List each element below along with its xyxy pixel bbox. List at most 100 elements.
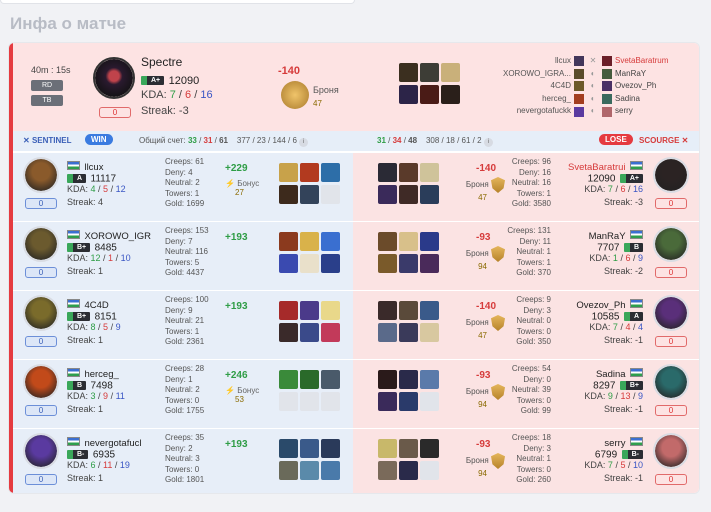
inventory-item[interactable] <box>300 163 319 182</box>
inventory-item[interactable] <box>300 232 319 251</box>
inventory-item[interactable] <box>378 392 397 411</box>
inventory-item[interactable] <box>420 323 439 342</box>
mvp-zero-box: 0 <box>99 107 131 118</box>
inventory-item[interactable] <box>378 232 397 251</box>
header-player-name[interactable]: llcux <box>483 55 571 68</box>
inventory-item[interactable] <box>399 232 418 251</box>
mvp-hero-avatar[interactable] <box>93 57 135 99</box>
inventory-item[interactable] <box>300 185 319 204</box>
lightning-icon: ⚡ <box>225 386 235 395</box>
hero-avatar[interactable] <box>653 157 689 193</box>
header-player-name[interactable]: 4C4D <box>483 80 571 93</box>
mvp-name[interactable]: Spectre <box>141 55 182 69</box>
inventory-item[interactable] <box>378 323 397 342</box>
inventory-item[interactable] <box>420 232 439 251</box>
hero-avatar[interactable] <box>653 364 689 400</box>
inventory-item[interactable] <box>321 439 340 458</box>
inventory-item[interactable] <box>399 85 418 104</box>
inventory-item[interactable] <box>300 439 319 458</box>
inventory-item[interactable] <box>420 301 439 320</box>
hero-avatar[interactable] <box>23 226 59 262</box>
mmr-delta: +193 <box>225 301 248 312</box>
hero-avatar[interactable] <box>23 364 59 400</box>
inventory-item[interactable] <box>279 323 298 342</box>
header-opponent-name[interactable]: SvetaBaratrum <box>615 55 668 68</box>
hero-avatar[interactable] <box>653 433 689 469</box>
inventory-item[interactable] <box>279 439 298 458</box>
inventory-item[interactable] <box>378 461 397 480</box>
inventory-item[interactable] <box>399 439 418 458</box>
inventory-item[interactable] <box>279 185 298 204</box>
zero-box: 0 <box>655 336 687 347</box>
inventory-item[interactable] <box>279 301 298 320</box>
player-row: 0 XOROWO_IGR B+ 8485 KDA: 12 / 1 / 10 St… <box>13 222 699 290</box>
header-opponent-name[interactable]: Sadina <box>615 93 640 106</box>
header-pair: nevergotafuckk ◐ serry <box>483 105 693 118</box>
hero-mini-icon <box>574 56 584 67</box>
zero-box: 0 <box>25 198 57 209</box>
player-row: 0 herceg_ B 7498 KDA: 3 / 9 / 11 Streak:… <box>13 360 699 428</box>
inventory-item[interactable] <box>420 63 439 82</box>
inventory-item[interactable] <box>399 392 418 411</box>
inventory-item[interactable] <box>399 370 418 389</box>
hero-avatar[interactable] <box>23 295 59 331</box>
inventory-item[interactable] <box>399 63 418 82</box>
inventory-item[interactable] <box>399 461 418 480</box>
inventory-item[interactable] <box>399 185 418 204</box>
hero-avatar[interactable] <box>23 433 59 469</box>
inventory-item[interactable] <box>420 439 439 458</box>
player-kda: KDA: 7 / 5 / 10 <box>584 460 643 470</box>
inventory-item[interactable] <box>279 254 298 273</box>
inventory-item[interactable] <box>279 163 298 182</box>
hero-avatar[interactable] <box>23 157 59 193</box>
inventory-item[interactable] <box>378 301 397 320</box>
inventory-item[interactable] <box>279 461 298 480</box>
header-player-name[interactable]: herceg_ <box>483 93 571 106</box>
inventory-item[interactable] <box>441 63 460 82</box>
inventory-item[interactable] <box>321 461 340 480</box>
inventory-item[interactable] <box>321 232 340 251</box>
rating-badge: B+ <box>619 381 643 391</box>
scourge-player: -93 Броня 94 Creeps: 54 Deny: 0 Neutral: 3… <box>353 360 699 428</box>
inventory-item[interactable] <box>321 163 340 182</box>
header-player-name[interactable]: XOROWO_IGRA... <box>483 68 571 81</box>
versus-icon: ◐ <box>590 93 596 103</box>
hero-avatar[interactable] <box>653 226 689 262</box>
inventory-item[interactable] <box>321 370 340 389</box>
inventory-item[interactable] <box>300 370 319 389</box>
inventory-item[interactable] <box>420 85 439 104</box>
header-opponent-name[interactable]: ManRaY <box>615 68 646 81</box>
inventory-item[interactable] <box>378 254 397 273</box>
inventory-item[interactable] <box>378 439 397 458</box>
inventory-item[interactable] <box>321 254 340 273</box>
inventory-item[interactable] <box>399 301 418 320</box>
header-opponent-name[interactable]: serry <box>615 105 633 118</box>
inventory-item[interactable] <box>441 85 460 104</box>
inventory-item[interactable] <box>279 232 298 251</box>
inventory-item[interactable] <box>420 370 439 389</box>
inventory-item[interactable] <box>300 254 319 273</box>
inventory-item[interactable] <box>399 323 418 342</box>
zero-box: 0 <box>655 267 687 278</box>
inventory-item[interactable] <box>420 163 439 182</box>
inventory-item[interactable] <box>321 301 340 320</box>
hero-avatar[interactable] <box>653 295 689 331</box>
header-player-name[interactable]: nevergotafuckk <box>483 105 571 118</box>
inventory-item[interactable] <box>378 370 397 389</box>
header-opponent-name[interactable]: Ovezov_Ph <box>615 80 656 93</box>
info-icon[interactable]: i <box>483 138 493 147</box>
inventory-item[interactable] <box>378 163 397 182</box>
inventory-item[interactable] <box>378 185 397 204</box>
header-pair: 4C4D ◐ Ovezov_Ph <box>483 80 693 93</box>
inventory-item[interactable] <box>420 254 439 273</box>
inventory-item[interactable] <box>399 163 418 182</box>
lightning-icon: ⚡ <box>225 179 235 188</box>
info-icon[interactable]: i <box>299 138 309 147</box>
inventory-item[interactable] <box>279 370 298 389</box>
inventory-item[interactable] <box>300 301 319 320</box>
inventory-item[interactable] <box>300 323 319 342</box>
inventory-item[interactable] <box>399 254 418 273</box>
inventory-item[interactable] <box>321 323 340 342</box>
inventory-item[interactable] <box>420 185 439 204</box>
inventory-item[interactable] <box>300 461 319 480</box>
